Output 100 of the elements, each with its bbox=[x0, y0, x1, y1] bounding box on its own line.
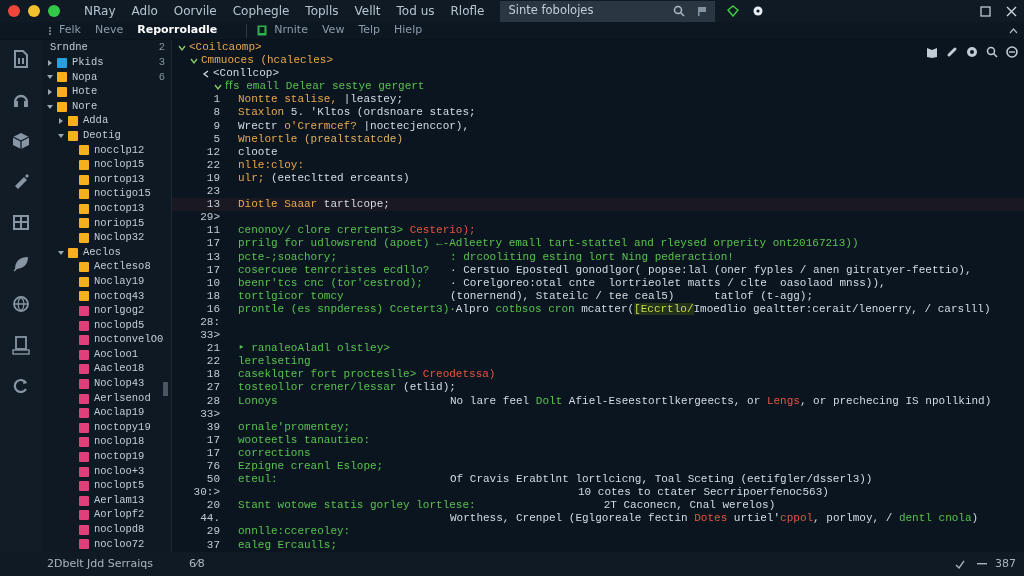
tree-item[interactable]: noctonvelO0 bbox=[94, 332, 164, 349]
line-number: 22 bbox=[205, 158, 221, 172]
tree-item[interactable]: Aorlopf2 bbox=[94, 507, 145, 524]
chevron-left-icon[interactable] bbox=[202, 70, 210, 79]
line-number: 5 bbox=[212, 132, 221, 146]
tree-item[interactable]: Noclop32 bbox=[94, 230, 145, 246]
line-number: 33> bbox=[199, 329, 221, 343]
chevron-down-icon[interactable] bbox=[214, 83, 222, 92]
tree-item[interactable]: noriop15 bbox=[94, 215, 145, 232]
chevron-down-icon[interactable] bbox=[190, 57, 198, 66]
tree-item[interactable]: Aacleo18 bbox=[94, 361, 145, 378]
tab[interactable]: Reporroladle bbox=[130, 22, 225, 39]
tree-item[interactable]: noclop18 bbox=[94, 434, 145, 451]
code-line: Stant wotowe statis gorley lortlese: bbox=[238, 499, 476, 513]
menu-item[interactable]: Cophegle bbox=[224, 2, 298, 20]
menu-item[interactable]: Nrnite bbox=[267, 22, 315, 39]
tree-item[interactable]: noclopd5 bbox=[94, 317, 145, 334]
tree-item[interactable]: Deotig bbox=[83, 128, 121, 144]
minus-icon[interactable] bbox=[977, 562, 987, 566]
code-line: corrections bbox=[238, 446, 312, 460]
package-icon[interactable] bbox=[11, 130, 31, 152]
flag-icon[interactable] bbox=[697, 6, 708, 16]
tree-item[interactable]: Hote bbox=[72, 84, 98, 100]
chevron-down-icon[interactable] bbox=[57, 248, 65, 257]
menu-item[interactable]: Oorvile bbox=[165, 2, 225, 20]
code-line: Wrectr o'Crermcef? |noctecjenccor), bbox=[238, 119, 470, 133]
code-comment: · Corelgoreo:otal cnte lortrieolet matts / clte oasolaod mnss)), bbox=[450, 276, 886, 290]
menu-item[interactable]: Tod us bbox=[388, 2, 443, 20]
tree-item[interactable]: Pkids bbox=[72, 55, 104, 71]
menu-item[interactable]: Vew bbox=[314, 22, 352, 39]
code-line: cenonoy/ clore crertent3> Cesterio); bbox=[238, 224, 476, 238]
chevron-right-icon[interactable] bbox=[46, 58, 54, 67]
tab[interactable]: Felk bbox=[52, 22, 88, 39]
chevron-right-icon[interactable] bbox=[57, 117, 65, 126]
tree-item[interactable]: noctoq43 bbox=[94, 288, 145, 305]
tree-item[interactable]: Noclop43 bbox=[94, 376, 145, 392]
tree-item[interactable]: nocloo+3 bbox=[94, 463, 145, 480]
chevron-down-icon[interactable] bbox=[57, 131, 65, 140]
maximize-icon[interactable] bbox=[980, 5, 991, 17]
tree-item[interactable]: Adda bbox=[83, 113, 109, 130]
grip-icon[interactable] bbox=[48, 25, 52, 36]
tree-item[interactable]: nocclp12 bbox=[94, 142, 145, 159]
window-control-button[interactable] bbox=[48, 5, 60, 17]
tree-item[interactable]: Aoclap19 bbox=[94, 405, 145, 421]
chevron-down-icon[interactable] bbox=[46, 102, 54, 111]
menu-item[interactable]: Vellt bbox=[346, 2, 389, 20]
line-number: 17 bbox=[205, 433, 221, 447]
tree-item[interactable]: Nopa bbox=[72, 69, 98, 86]
tree-item[interactable]: noctigo15 bbox=[94, 186, 151, 203]
line-number: 18 bbox=[205, 368, 221, 382]
file-icon[interactable] bbox=[11, 48, 31, 70]
menu-item[interactable]: Rlofle bbox=[442, 2, 493, 20]
chevron-up-icon[interactable] bbox=[1009, 27, 1018, 34]
menu-item[interactable]: Telp bbox=[351, 22, 388, 39]
close-icon[interactable] bbox=[1006, 5, 1017, 17]
tree-item[interactable]: noclopt5 bbox=[94, 478, 145, 494]
code-line: beenr'tcs cnc (tor'cestrod); bbox=[238, 276, 424, 290]
code-line: <Conllcop> bbox=[213, 67, 279, 80]
tree-item[interactable]: noclopd8 bbox=[94, 522, 145, 538]
line-number: 10 bbox=[205, 276, 221, 290]
window-control-button[interactable] bbox=[28, 5, 40, 17]
menu-item[interactable]: Hielp bbox=[387, 22, 430, 39]
code-line: caseklqter fort procteslle> Creodetssa) bbox=[238, 368, 496, 382]
menu-item[interactable]: NRay bbox=[76, 2, 124, 20]
tree-item[interactable]: Aocloo1 bbox=[94, 346, 139, 363]
tree-item[interactable]: noctop19 bbox=[94, 449, 145, 465]
section-title: Srndne bbox=[50, 40, 88, 56]
search-icon[interactable] bbox=[673, 5, 686, 17]
tree-item[interactable]: Noclay19 bbox=[94, 273, 145, 290]
tree-item[interactable]: noctop13 bbox=[94, 200, 145, 217]
tab[interactable]: Neve bbox=[87, 22, 131, 39]
check-icon[interactable] bbox=[955, 559, 965, 569]
tree-item[interactable]: Aectleso8 bbox=[94, 259, 151, 276]
device-icon[interactable] bbox=[11, 335, 31, 357]
tree-item[interactable]: nortop13 bbox=[94, 171, 145, 188]
code-line: prrilg for udlowsrend (apoet) ←-Adleetry emall tart-stattel and rleysed orperity ont20167213)) bbox=[238, 237, 859, 251]
search-icon[interactable] bbox=[986, 46, 998, 58]
menu-item[interactable]: Toplls bbox=[297, 2, 347, 20]
search-field[interactable]: Sinte fobolojes bbox=[500, 0, 716, 22]
chevron-right-icon[interactable] bbox=[46, 88, 54, 97]
code-comment: Of Cravis Erabtlnt lortlcicng, Toal Sceting (eetifgler/dsserl3)) bbox=[450, 473, 873, 487]
line-number: 30:> bbox=[192, 486, 221, 500]
tree-item[interactable]: norlgog2 bbox=[94, 303, 145, 319]
tree-item[interactable]: Aerlsenod bbox=[94, 390, 151, 407]
code-comment: Worthess, Crenpel (Eglgoreale fectin Dotes urtiel'cppol, porlmoy, / dentl cnola) bbox=[450, 512, 979, 526]
tree-item[interactable]: Aerlam13 bbox=[94, 492, 145, 509]
tree-item[interactable]: noclop15 bbox=[94, 157, 145, 173]
chevron-down-icon[interactable] bbox=[178, 44, 186, 52]
line-number: 37 bbox=[205, 538, 221, 552]
menu-item[interactable]: Adlo bbox=[123, 2, 166, 20]
scrollbar-thumb[interactable] bbox=[163, 382, 168, 396]
count-label: 2 bbox=[158, 40, 165, 56]
line-number: 17 bbox=[205, 263, 221, 277]
tree-item[interactable]: Nore bbox=[72, 98, 98, 115]
window-control-button[interactable] bbox=[8, 5, 20, 17]
tree-item[interactable]: noctopy19 bbox=[94, 419, 151, 436]
code-comment: (tonernend), Stateilc / tee ceal5) tatlof (t-agg); bbox=[450, 289, 814, 303]
tree-item[interactable]: nocloo72 bbox=[94, 536, 145, 553]
tree-item[interactable]: Aeclos bbox=[83, 244, 121, 261]
gem-icon[interactable] bbox=[727, 5, 740, 17]
